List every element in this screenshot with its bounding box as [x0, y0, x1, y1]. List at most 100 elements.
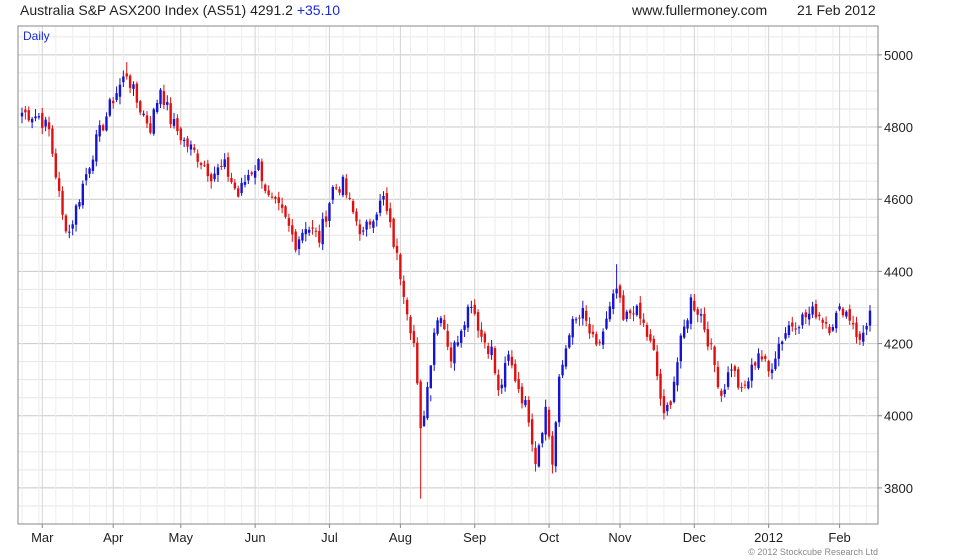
candle-body — [767, 360, 770, 372]
x-tick-label: Sep — [463, 530, 486, 545]
candle-body — [625, 311, 628, 319]
candle-body — [297, 239, 301, 249]
candle-body — [791, 322, 794, 327]
candle-body — [206, 163, 210, 177]
candle-body — [483, 333, 487, 343]
candle-body — [500, 384, 503, 389]
candle-body — [280, 204, 284, 208]
candle-body — [47, 122, 51, 130]
candle-body — [655, 351, 659, 377]
candle-body — [750, 364, 753, 381]
candle-body — [267, 190, 270, 195]
candle-body — [757, 353, 760, 369]
candle-body — [493, 348, 497, 374]
y-tick-label: 4000 — [884, 409, 913, 424]
candle-body — [497, 374, 500, 391]
x-axis: Mar Apr May Jun Jul Aug Sep Oct Nov Dec 2012 Feb — [31, 524, 851, 545]
candle-body — [112, 100, 115, 104]
candle-body — [301, 232, 304, 241]
candle-body — [199, 163, 203, 165]
candle-body — [159, 89, 162, 105]
candle-body — [608, 306, 612, 320]
candle-body — [780, 341, 784, 345]
candle-body — [591, 331, 595, 335]
candle-body — [253, 171, 257, 178]
candle-body — [801, 314, 804, 326]
candle-body — [726, 372, 730, 387]
candle-body — [706, 329, 710, 347]
candle-body — [743, 384, 747, 386]
candle-body — [243, 181, 247, 185]
candle-body — [125, 73, 128, 77]
candle-body — [544, 406, 547, 435]
candle-body — [64, 215, 68, 232]
candle-body — [331, 186, 335, 200]
candle-body — [196, 153, 199, 162]
candle-body — [41, 113, 44, 128]
candle-body — [169, 103, 172, 125]
candle-body — [257, 159, 260, 170]
candle-body — [824, 322, 828, 324]
x-tick-label: Dec — [683, 530, 707, 545]
candle-body — [632, 313, 635, 315]
candle-body — [155, 102, 159, 112]
candle-body — [213, 173, 216, 180]
candle-body — [676, 362, 679, 386]
candle-body — [284, 206, 287, 217]
candle-body — [831, 327, 835, 331]
candle-body — [118, 84, 122, 97]
candle-body — [571, 319, 574, 338]
candle-body — [574, 319, 578, 321]
candle-body — [115, 93, 118, 100]
candle-body — [848, 309, 851, 321]
candle-body — [818, 314, 821, 317]
candle-body — [294, 231, 297, 251]
x-tick-label: Jul — [321, 530, 338, 545]
x-tick-label: May — [169, 530, 194, 545]
x-tick-label: 2012 — [754, 530, 783, 545]
candle-body — [145, 115, 149, 124]
candle-body — [355, 211, 358, 222]
candle-body — [797, 327, 801, 329]
candle-body — [686, 320, 689, 329]
y-tick-label: 3800 — [884, 481, 913, 496]
candle-body — [432, 332, 436, 365]
candle-body — [649, 334, 652, 341]
candle-body — [209, 174, 213, 182]
candle-body — [385, 193, 389, 212]
x-tick-label: Aug — [389, 530, 412, 545]
candle-body — [409, 316, 412, 334]
candle-body — [81, 183, 85, 206]
candle-body — [605, 318, 608, 329]
candle-body — [203, 165, 206, 167]
candle-body — [304, 229, 307, 235]
candle-body — [453, 342, 456, 364]
candle-body — [37, 116, 41, 118]
candle-body — [720, 390, 723, 396]
candle-body — [54, 153, 57, 178]
candle-body — [473, 304, 476, 314]
candle-body — [328, 203, 331, 221]
candle-body — [838, 306, 841, 310]
candle-body — [446, 331, 449, 347]
candle-body — [311, 227, 314, 229]
candle-body — [216, 167, 220, 176]
candle-body — [723, 389, 726, 395]
candle-body — [132, 84, 135, 89]
candle-body — [368, 221, 372, 225]
y-tick-label: 4600 — [884, 192, 913, 207]
candle-body — [392, 218, 395, 247]
candle-body — [645, 324, 649, 337]
candle-body — [507, 354, 510, 361]
candle-body — [561, 364, 564, 376]
candle-body — [794, 328, 797, 330]
candle-body — [659, 373, 662, 399]
candle-body — [27, 110, 30, 121]
candle-body — [226, 157, 230, 177]
candle-body — [321, 218, 324, 245]
candle-body — [490, 346, 493, 356]
candle-body — [395, 245, 399, 253]
candle-body — [149, 123, 152, 133]
candle-body — [639, 302, 642, 319]
candle-body — [635, 305, 639, 315]
